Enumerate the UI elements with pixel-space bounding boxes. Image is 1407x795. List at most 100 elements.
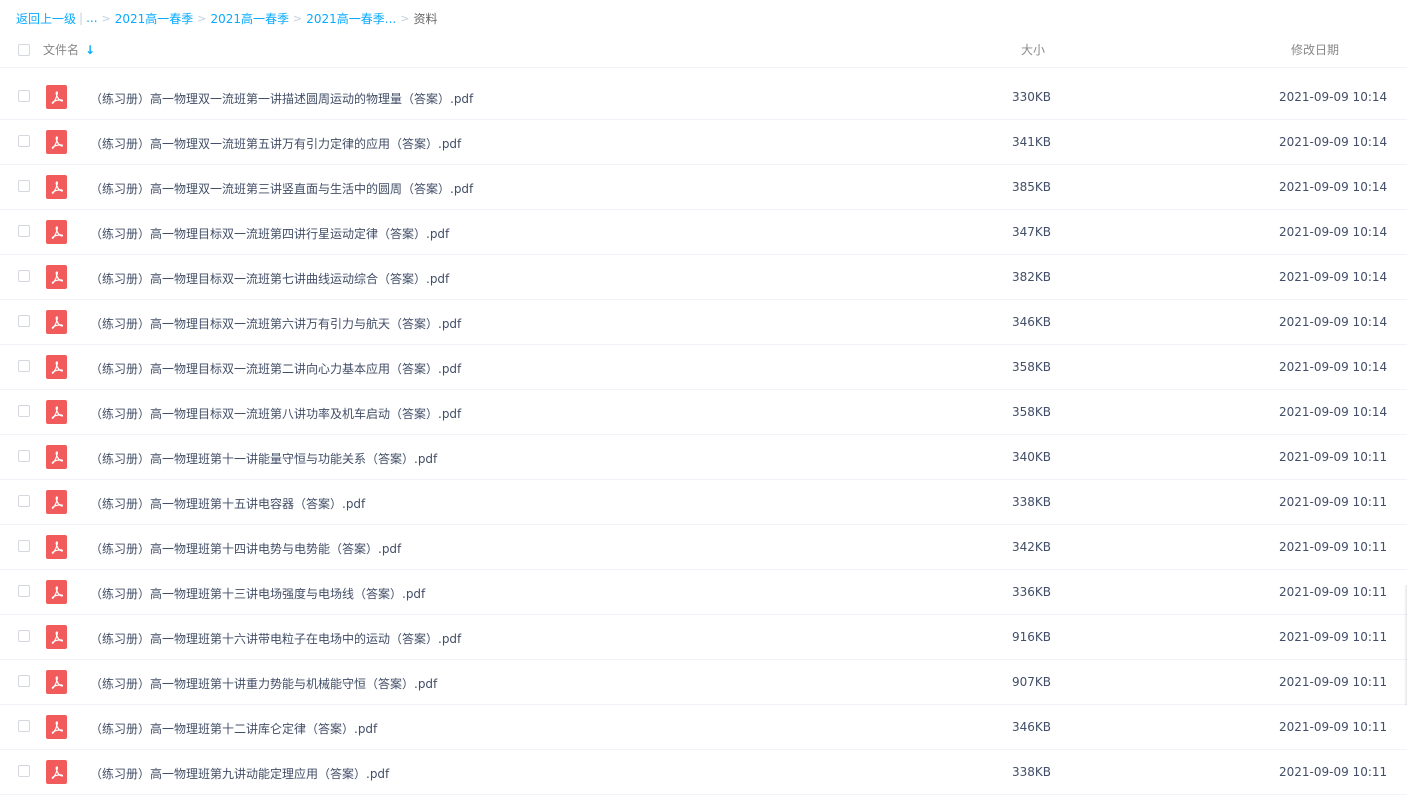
file-name[interactable]: （练习册）高一物理双一流班第一讲描述圆周运动的物理量（答案）.pdf (90, 90, 473, 107)
row-checkbox[interactable] (18, 270, 30, 282)
file-date: 2021-09-09 10:14 (1279, 405, 1388, 419)
file-date: 2021-09-09 10:11 (1279, 630, 1388, 644)
row-checkbox[interactable] (18, 450, 30, 462)
file-name[interactable]: （练习册）高一物理班第九讲动能定理应用（答案）.pdf (90, 765, 389, 782)
file-size: 916KB (1012, 630, 1052, 644)
pdf-file-icon (46, 445, 67, 469)
file-name[interactable]: （练习册）高一物理班第十四讲电势与电势能（答案）.pdf (90, 540, 401, 557)
table-row[interactable]: （练习册）高一物理目标双一流班第六讲万有引力与航天（答案）.pdf 346KB 20… (0, 300, 1407, 345)
file-date: 2021-09-09 10:14 (1279, 180, 1388, 194)
file-name[interactable]: （练习册）高一物理班第十二讲库仑定律（答案）.pdf (90, 720, 377, 737)
table-row[interactable]: （练习册）高一物理双一流班第一讲描述圆周运动的物理量（答案）.pdf 330KB 2… (0, 75, 1407, 120)
file-size: 358KB (1012, 405, 1052, 419)
pdf-file-icon (46, 85, 67, 109)
file-name[interactable]: （练习册）高一物理目标双一流班第四讲行星运动定律（答案）.pdf (90, 225, 449, 242)
row-checkbox[interactable] (18, 135, 30, 147)
table-row[interactable]: （练习册）高一物理目标双一流班第二讲向心力基本应用（答案）.pdf 358KB 20… (0, 345, 1407, 390)
file-name[interactable]: （练习册）高一物理目标双一流班第六讲万有引力与航天（答案）.pdf (90, 315, 461, 332)
table-row[interactable]: （练习册）高一物理班第十三讲电场强度与电场线（答案）.pdf 336KB 2021-… (0, 570, 1407, 615)
breadcrumb-separator-icon: > (101, 11, 111, 25)
file-date: 2021-09-09 10:11 (1279, 540, 1388, 554)
row-checkbox[interactable] (18, 540, 30, 552)
file-name[interactable]: （练习册）高一物理目标双一流班第八讲功率及机车启动（答案）.pdf (90, 405, 461, 422)
row-checkbox[interactable] (18, 630, 30, 642)
breadcrumb: 返回上一级 | ... > 2021高一春季 > 2021高一春季 > 2021… (16, 8, 437, 28)
pdf-file-icon (46, 130, 67, 154)
file-name[interactable]: （练习册）高一物理目标双一流班第二讲向心力基本应用（答案）.pdf (90, 360, 461, 377)
file-name[interactable]: （练习册）高一物理班第十六讲带电粒子在电场中的运动（答案）.pdf (90, 630, 461, 647)
column-name-label: 文件名 (43, 43, 80, 57)
file-date: 2021-09-09 10:11 (1279, 585, 1388, 599)
file-date: 2021-09-09 10:14 (1279, 315, 1388, 329)
breadcrumb-separator-icon: > (293, 11, 303, 25)
breadcrumb-separator-icon: > (197, 11, 207, 25)
row-checkbox[interactable] (18, 360, 30, 372)
table-row[interactable]: （练习册）高一物理班第十二讲库仑定律（答案）.pdf 346KB 2021-09-0… (0, 705, 1407, 750)
row-checkbox[interactable] (18, 720, 30, 732)
table-row[interactable]: （练习册）高一物理目标双一流班第七讲曲线运动综合（答案）.pdf 382KB 202… (0, 255, 1407, 300)
breadcrumb-item-2[interactable]: 2021高一春季 (211, 10, 290, 27)
file-size: 382KB (1012, 270, 1052, 284)
breadcrumb-separator-icon: > (400, 11, 410, 25)
pdf-file-icon (46, 220, 67, 244)
pdf-file-icon (46, 400, 67, 424)
file-size: 338KB (1012, 495, 1052, 509)
row-checkbox[interactable] (18, 315, 30, 327)
table-row[interactable]: （练习册）高一物理双一流班第三讲竖直面与生活中的圆周（答案）.pdf 385KB 2… (0, 165, 1407, 210)
row-checkbox[interactable] (18, 675, 30, 687)
file-size: 340KB (1012, 450, 1052, 464)
breadcrumb-ellipsis[interactable]: ... (86, 11, 97, 25)
pdf-file-icon (46, 355, 67, 379)
row-checkbox[interactable] (18, 585, 30, 597)
file-name[interactable]: （练习册）高一物理双一流班第五讲万有引力定律的应用（答案）.pdf (90, 135, 461, 152)
pdf-file-icon (46, 580, 67, 604)
pdf-file-icon (46, 535, 67, 559)
table-row[interactable]: （练习册）高一物理班第十四讲电势与电势能（答案）.pdf 342KB 2021-09… (0, 525, 1407, 570)
file-size: 336KB (1012, 585, 1052, 599)
breadcrumb-pipe: | (79, 11, 84, 25)
column-size-header[interactable]: 大小 (1021, 41, 1045, 58)
breadcrumb-item-1[interactable]: 2021高一春季 (115, 10, 194, 27)
pdf-file-icon (46, 670, 67, 694)
pdf-file-icon (46, 310, 67, 334)
file-date: 2021-09-09 10:11 (1279, 720, 1388, 734)
table-row[interactable]: （练习册）高一物理目标双一流班第四讲行星运动定律（答案）.pdf 347KB 202… (0, 210, 1407, 255)
file-name[interactable]: （练习册）高一物理双一流班第三讲竖直面与生活中的圆周（答案）.pdf (90, 180, 473, 197)
file-name[interactable]: （练习册）高一物理班第十一讲能量守恒与功能关系（答案）.pdf (90, 450, 437, 467)
row-checkbox[interactable] (18, 180, 30, 192)
file-size: 338KB (1012, 765, 1052, 779)
select-all-checkbox[interactable] (18, 44, 30, 56)
file-date: 2021-09-09 10:14 (1279, 270, 1388, 284)
column-date-header[interactable]: 修改日期 (1291, 41, 1339, 58)
row-checkbox[interactable] (18, 495, 30, 507)
row-checkbox[interactable] (18, 405, 30, 417)
file-name[interactable]: （练习册）高一物理班第十五讲电容器（答案）.pdf (90, 495, 365, 512)
back-link[interactable]: 返回上一级 (16, 10, 76, 27)
table-row[interactable]: （练习册）高一物理班第九讲动能定理应用（答案）.pdf 338KB 2021-09-… (0, 750, 1407, 795)
file-name[interactable]: （练习册）高一物理目标双一流班第七讲曲线运动综合（答案）.pdf (90, 270, 449, 287)
file-size: 907KB (1012, 675, 1052, 689)
file-size: 347KB (1012, 225, 1052, 239)
row-checkbox[interactable] (18, 90, 30, 102)
column-name-header[interactable]: 文件名 ↓ (43, 41, 95, 58)
sort-down-arrow-icon[interactable]: ↓ (85, 43, 95, 57)
table-row[interactable]: （练习册）高一物理班第十五讲电容器（答案）.pdf 338KB 2021-09-09… (0, 480, 1407, 525)
table-row[interactable]: （练习册）高一物理班第十一讲能量守恒与功能关系（答案）.pdf 340KB 2021… (0, 435, 1407, 480)
list-header: 文件名 ↓ 大小 修改日期 (0, 34, 1407, 64)
breadcrumb-item-3[interactable]: 2021高一春季... (306, 10, 396, 27)
file-name[interactable]: （练习册）高一物理班第十讲重力势能与机械能守恒（答案）.pdf (90, 675, 437, 692)
table-row[interactable]: （练习册）高一物理目标双一流班第八讲功率及机车启动（答案）.pdf 358KB 20… (0, 390, 1407, 435)
row-checkbox[interactable] (18, 765, 30, 777)
row-checkbox[interactable] (18, 225, 30, 237)
table-row[interactable]: （练习册）高一物理班第十讲重力势能与机械能守恒（答案）.pdf 907KB 2021… (0, 660, 1407, 705)
file-date: 2021-09-09 10:14 (1279, 360, 1388, 374)
pdf-file-icon (46, 715, 67, 739)
file-date: 2021-09-09 10:11 (1279, 450, 1388, 464)
table-row[interactable]: （练习册）高一物理班第十六讲带电粒子在电场中的运动（答案）.pdf 916KB 20… (0, 615, 1407, 660)
file-size: 346KB (1012, 315, 1052, 329)
file-date: 2021-09-09 10:14 (1279, 225, 1388, 239)
table-row[interactable]: （练习册）高一物理双一流班第五讲万有引力定律的应用（答案）.pdf 341KB 20… (0, 120, 1407, 165)
file-size: 341KB (1012, 135, 1052, 149)
file-name[interactable]: （练习册）高一物理班第十三讲电场强度与电场线（答案）.pdf (90, 585, 425, 602)
file-size: 358KB (1012, 360, 1052, 374)
